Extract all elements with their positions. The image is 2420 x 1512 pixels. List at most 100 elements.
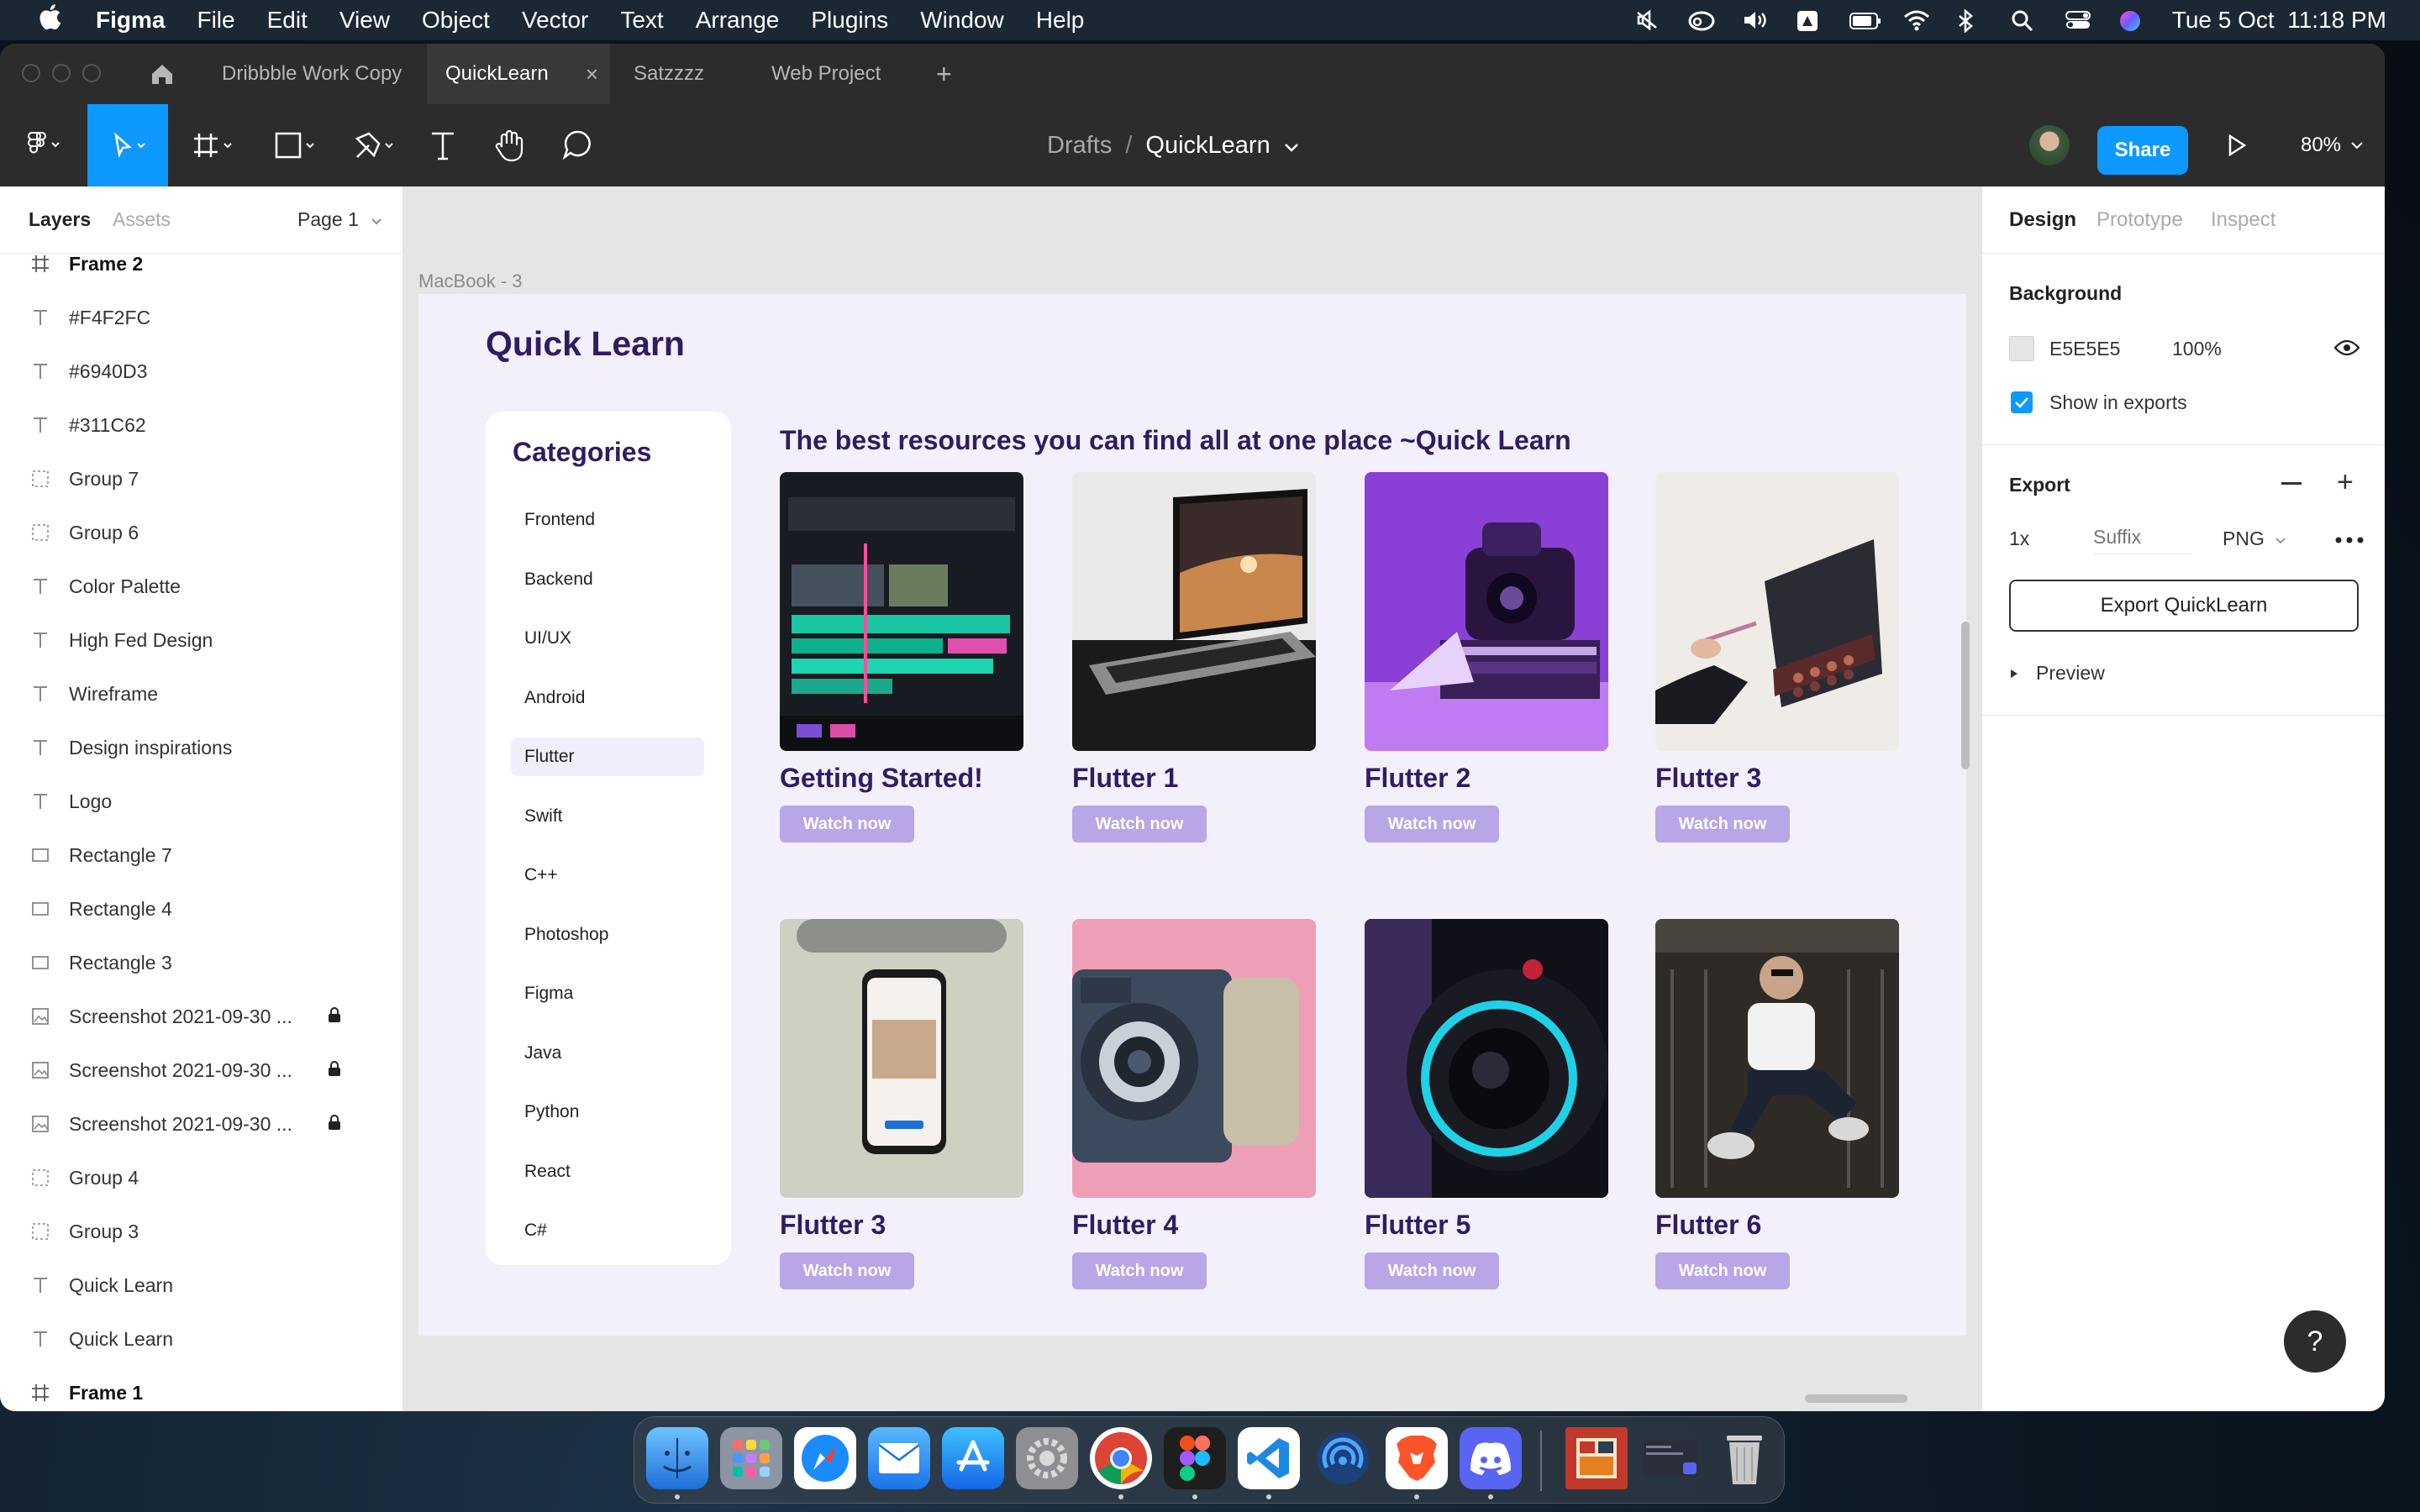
recent-document-icon[interactable] (1565, 1427, 1628, 1489)
preview-toggle[interactable]: Preview (2009, 662, 2105, 685)
menu-app-name[interactable]: Figma (96, 7, 165, 34)
menu-file[interactable]: File (197, 7, 234, 34)
layer-row[interactable]: #311C62 (0, 398, 402, 452)
tab-design[interactable]: Design (2009, 208, 2076, 232)
category-item[interactable]: Backend (511, 560, 704, 599)
rectangle-tool-icon[interactable] (266, 104, 328, 186)
present-play-icon[interactable] (2218, 104, 2255, 186)
comment-tool-icon[interactable] (558, 104, 597, 186)
watch-now-button[interactable]: Watch now (780, 1252, 914, 1289)
export-more-options-icon[interactable] (2335, 533, 2364, 548)
menu-help[interactable]: Help (1036, 7, 1085, 34)
trash-icon[interactable] (1713, 1427, 1776, 1489)
course-card[interactable]: Flutter 6 Watch now (1655, 919, 1899, 1289)
file-name[interactable]: QuickLearn (1145, 132, 1270, 160)
watch-now-button[interactable]: Watch now (1365, 806, 1499, 843)
vertical-scrollbar[interactable] (1961, 622, 1970, 769)
layer-row[interactable]: Frame 1 (0, 1366, 402, 1411)
export-button[interactable]: Export QuickLearn (2009, 580, 2359, 632)
course-card[interactable]: Flutter 1 Watch now (1072, 472, 1316, 843)
background-opacity-input[interactable]: 100% (2172, 338, 2222, 360)
category-item[interactable]: React (511, 1152, 704, 1191)
watch-now-button[interactable]: Watch now (1072, 1252, 1207, 1289)
watch-now-button[interactable]: Watch now (1072, 806, 1207, 843)
layer-row[interactable]: Rectangle 7 (0, 828, 402, 882)
menu-object[interactable]: Object (422, 7, 490, 34)
horizontal-scrollbar[interactable] (1805, 1394, 1907, 1403)
close-window-button[interactable] (22, 64, 40, 82)
course-card[interactable]: Flutter 3 Watch now (780, 919, 1023, 1289)
category-item[interactable]: UI/UX (511, 619, 704, 658)
watch-now-button[interactable]: Watch now (780, 806, 914, 843)
watch-now-button[interactable]: Watch now (1655, 806, 1790, 843)
layer-row[interactable]: Screenshot 2021-09-30 ... (0, 1097, 402, 1151)
safari-icon[interactable] (794, 1427, 856, 1489)
siri-icon[interactable] (2118, 9, 2144, 31)
layer-row[interactable]: Group 4 (0, 1151, 402, 1205)
discord-icon[interactable] (1460, 1427, 1522, 1489)
tab-web-project[interactable]: Web Project (771, 44, 881, 104)
zoom-dropdown[interactable]: 80% (2297, 104, 2368, 186)
menu-plugins[interactable]: Plugins (811, 7, 888, 34)
layer-row[interactable]: Design inspirations (0, 721, 402, 774)
category-item[interactable]: Photoshop (511, 916, 704, 954)
lock-icon[interactable] (328, 1005, 341, 1028)
main-menu-figma-icon[interactable] (20, 104, 71, 186)
layer-row[interactable]: #6940D3 (0, 344, 402, 398)
help-button[interactable]: ? (2284, 1310, 2346, 1373)
layer-row[interactable]: Quick Learn (0, 1312, 402, 1366)
layer-row[interactable]: Rectangle 3 (0, 936, 402, 990)
tab-dribbble-work-copy[interactable]: Dribbble Work Copy (222, 44, 402, 104)
watch-now-button[interactable]: Watch now (1655, 1252, 1790, 1289)
airdrop-icon[interactable] (1312, 1427, 1374, 1489)
finder-icon[interactable] (646, 1427, 708, 1489)
tab-prototype[interactable]: Prototype (2096, 208, 2183, 232)
spotlight-search-icon[interactable] (2011, 9, 2036, 32)
share-button[interactable]: Share (2097, 126, 2188, 175)
menu-vector[interactable]: Vector (522, 7, 588, 34)
menu-text[interactable]: Text (620, 7, 663, 34)
creative-cloud-icon[interactable] (1688, 9, 1715, 31)
layer-row[interactable]: #F4F2FC (0, 291, 402, 344)
layer-row[interactable]: Rectangle 4 (0, 882, 402, 936)
remove-export-minus-icon[interactable] (2281, 482, 2302, 485)
muted-icon[interactable] (1634, 9, 1660, 31)
text-tool-icon[interactable] (424, 104, 462, 186)
new-tab-plus-icon[interactable]: + (936, 44, 952, 104)
lock-icon[interactable] (328, 1059, 341, 1082)
category-item[interactable]: C++ (511, 856, 704, 895)
course-card[interactable]: Flutter 2 Watch now (1365, 472, 1608, 843)
export-format-dropdown[interactable]: PNG (2223, 528, 2286, 550)
category-item[interactable]: Android (511, 679, 704, 717)
export-suffix-input[interactable] (2093, 521, 2192, 554)
launchpad-icon[interactable] (720, 1427, 782, 1489)
move-tool-cursor-icon[interactable] (87, 104, 168, 186)
app-store-icon[interactable] (942, 1427, 1004, 1489)
brave-icon[interactable] (1386, 1427, 1448, 1489)
bluetooth-icon[interactable] (1957, 8, 1982, 34)
layer-row[interactable]: Frame 2 (0, 237, 402, 291)
category-item[interactable]: Swift (511, 797, 704, 836)
category-item[interactable]: Python (511, 1093, 704, 1131)
export-scale-input[interactable]: 1x (2009, 528, 2029, 550)
macbook-frame[interactable]: Quick Learn Categories Frontend Backend UI… (418, 294, 1966, 1336)
menu-view[interactable]: View (339, 7, 390, 34)
menu-arrange[interactable]: Arrange (696, 7, 780, 34)
fullscreen-window-button[interactable] (82, 64, 101, 82)
layer-row[interactable]: Wireframe (0, 667, 402, 721)
menubar-clock[interactable]: Tue 5 Oct 11:18 PM (2172, 7, 2386, 34)
recent-window-icon[interactable] (1639, 1427, 1702, 1489)
category-item[interactable]: Flutter (511, 738, 704, 776)
layer-row[interactable]: Group 7 (0, 452, 402, 506)
breadcrumb-drafts[interactable]: Drafts (1047, 132, 1112, 160)
layer-row[interactable]: Screenshot 2021-09-30 ... (0, 990, 402, 1043)
course-card[interactable]: Flutter 4 Watch now (1072, 919, 1316, 1289)
course-card[interactable]: Getting Started! Watch now (780, 472, 1023, 843)
layer-row[interactable]: Color Palette (0, 559, 402, 613)
control-center-icon[interactable] (2065, 9, 2091, 31)
vscode-icon[interactable] (1238, 1427, 1300, 1489)
background-swatch[interactable] (2009, 336, 2034, 361)
lock-icon[interactable] (328, 1113, 341, 1136)
menu-window[interactable]: Window (920, 7, 1004, 34)
minimize-window-button[interactable] (52, 64, 71, 82)
